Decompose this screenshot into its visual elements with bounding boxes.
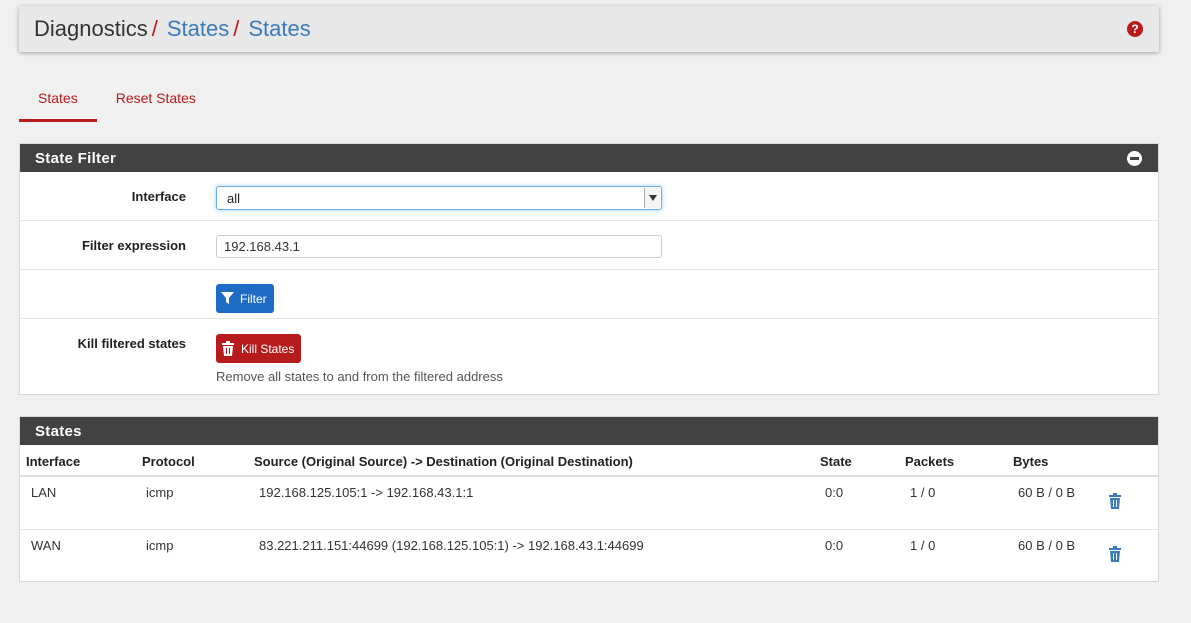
chevron-down-icon[interactable] bbox=[644, 188, 660, 208]
kill-filtered-states-label: Kill filtered states bbox=[77, 336, 186, 351]
cell-source-destination: 83.221.211.151:44699 (192.168.125.105:1)… bbox=[259, 537, 644, 553]
table-row: WAN icmp 83.221.211.151:44699 (192.168.1… bbox=[20, 529, 1158, 582]
help-icon[interactable]: ? bbox=[1127, 21, 1143, 37]
cell-packets: 1 / 0 bbox=[910, 537, 936, 553]
states-table: Interface Protocol Source (Original Sour… bbox=[20, 445, 1158, 582]
breadcrumb: Diagnostics / States / States ? bbox=[19, 6, 1159, 52]
column-header-bytes: Bytes bbox=[1008, 445, 1108, 477]
column-header-state: State bbox=[815, 445, 900, 477]
state-filter-panel: State Filter Interface all Filter expres… bbox=[19, 143, 1159, 395]
column-header-packets: Packets bbox=[900, 445, 1008, 477]
tab-bar: States Reset States bbox=[19, 82, 215, 122]
cell-bytes: 60 B / 0 B bbox=[1018, 537, 1076, 553]
interface-select[interactable]: all bbox=[216, 186, 662, 210]
cell-bytes: 60 B / 0 B bbox=[1008, 476, 1108, 530]
interface-label: Interface bbox=[131, 189, 186, 204]
interface-row: Interface all bbox=[20, 172, 1158, 221]
column-header-protocol: Protocol bbox=[137, 445, 249, 477]
states-heading: States bbox=[20, 417, 1158, 445]
breadcrumb-link-states[interactable]: States bbox=[167, 16, 229, 42]
column-header-interface: Interface bbox=[20, 445, 137, 477]
kill-states-button-label: Kill States bbox=[241, 341, 295, 356]
cell-interface: WAN bbox=[31, 537, 61, 553]
breadcrumb-link-states-current[interactable]: States bbox=[248, 16, 310, 42]
cell-packets: 1 / 0 bbox=[900, 476, 1008, 530]
states-panel: States Interface Protocol Source (Origin… bbox=[19, 416, 1159, 582]
cell-source-destination: 192.168.125.105:1 -> 192.168.43.1:1 bbox=[249, 476, 815, 530]
kill-states-help-text: Remove all states to and from the filter… bbox=[216, 369, 503, 384]
tab-states[interactable]: States bbox=[19, 82, 97, 122]
breadcrumb-root: Diagnostics bbox=[34, 16, 148, 41]
kill-states-row: Kill filtered states Kill States Remove … bbox=[20, 319, 1158, 395]
breadcrumb-separator: / bbox=[151, 16, 158, 41]
filter-button[interactable]: Filter bbox=[216, 284, 274, 313]
filter-icon bbox=[221, 292, 234, 304]
state-filter-title: State Filter bbox=[35, 149, 117, 167]
filter-expression-input[interactable]: 192.168.43.1 bbox=[216, 235, 662, 258]
cell-interface: LAN bbox=[20, 476, 137, 530]
breadcrumb-separator: / bbox=[233, 16, 240, 41]
tab-reset-states[interactable]: Reset States bbox=[97, 82, 215, 122]
cell-protocol: icmp bbox=[137, 476, 249, 530]
states-title: States bbox=[35, 422, 82, 440]
trash-icon[interactable] bbox=[1108, 545, 1122, 562]
filter-button-row: Filter bbox=[20, 270, 1158, 319]
table-row: LAN icmp 192.168.125.105:1 -> 192.168.43… bbox=[20, 476, 1158, 530]
filter-button-label: Filter bbox=[240, 291, 267, 306]
state-filter-heading: State Filter bbox=[20, 144, 1158, 172]
cell-state: 0:0 bbox=[825, 537, 844, 553]
collapse-icon[interactable] bbox=[1127, 151, 1142, 166]
cell-state: 0:0 bbox=[815, 476, 900, 530]
filter-expression-label: Filter expression bbox=[81, 238, 186, 253]
column-header-source-destination: Source (Original Source) -> Destination … bbox=[249, 445, 815, 477]
table-header-row: Interface Protocol Source (Original Sour… bbox=[20, 445, 1158, 477]
trash-icon bbox=[222, 341, 234, 356]
cell-protocol: icmp bbox=[146, 537, 174, 553]
interface-select-value: all bbox=[227, 190, 241, 206]
filter-expression-row: Filter expression 192.168.43.1 bbox=[20, 221, 1158, 270]
kill-states-button[interactable]: Kill States bbox=[216, 334, 301, 363]
trash-icon[interactable] bbox=[1108, 493, 1122, 509]
